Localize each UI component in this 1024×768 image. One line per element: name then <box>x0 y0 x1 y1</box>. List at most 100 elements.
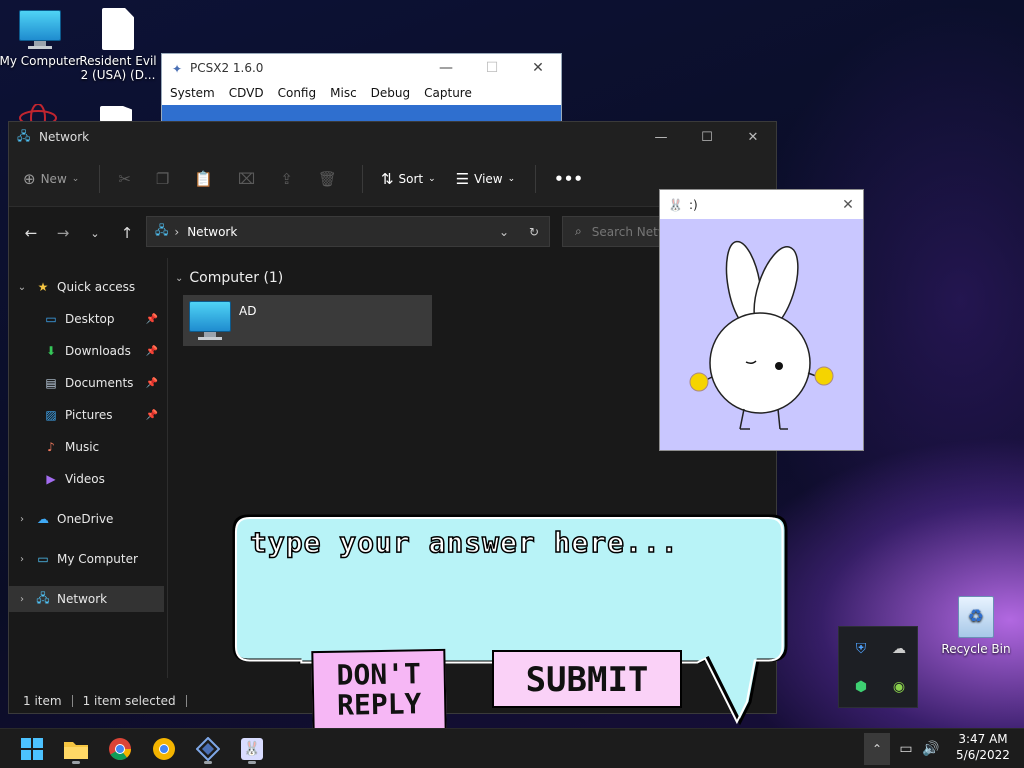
minimize-button[interactable]: — <box>423 60 469 76</box>
desktop-icon-label: Recycle Bin <box>941 642 1011 656</box>
tray-overflow-flyout: ⛨ ☁ ⬢ ◉ <box>838 626 918 708</box>
maximize-button[interactable]: ☐ <box>684 130 730 145</box>
menu-system[interactable]: System <box>170 86 215 100</box>
browser-icon <box>153 738 175 760</box>
nav-label: Desktop <box>65 312 115 326</box>
close-button[interactable]: ✕ <box>730 130 776 145</box>
show-hidden-icons-button[interactable]: ⌃ <box>864 733 890 765</box>
taskbar-chrome-canary[interactable] <box>148 733 180 765</box>
sort-label: Sort <box>398 172 424 186</box>
chevron-down-icon: ⌄ <box>507 174 516 184</box>
nav-network[interactable]: › 🖧 Network <box>9 586 164 612</box>
group-header[interactable]: ⌄ Computer (1) <box>175 270 283 286</box>
nvidia-icon[interactable]: ◉ <box>889 677 909 697</box>
menu-config[interactable]: Config <box>278 86 317 100</box>
divider <box>361 165 363 193</box>
chevron-down-icon: ⌄ <box>428 174 436 184</box>
monitor-icon <box>189 301 233 340</box>
nav-onedrive[interactable]: › ☁ OneDrive <box>9 506 164 532</box>
nav-item-documents[interactable]: ▤ Documents 📌 <box>9 370 164 396</box>
menu-debug[interactable]: Debug <box>371 86 410 100</box>
rename-button[interactable]: ⌧ <box>238 170 260 188</box>
nav-item-desktop[interactable]: ▭ Desktop 📌 <box>9 306 164 332</box>
taskbar-chrome[interactable] <box>104 733 136 765</box>
maximize-button[interactable]: ☐ <box>469 60 515 76</box>
recent-locations-button[interactable]: ⌄ <box>79 227 111 240</box>
address-path[interactable]: Network <box>187 225 237 239</box>
more-icon: ••• <box>554 170 583 188</box>
cut-button[interactable]: ✂ <box>118 170 136 188</box>
chevron-right-icon: › <box>174 224 180 239</box>
chevron-right-icon: › <box>20 553 24 565</box>
view-button[interactable]: ☰ View ⌄ <box>456 170 515 188</box>
nav-my-computer[interactable]: › ▭ My Computer <box>9 546 164 572</box>
group-label: Computer (1) <box>189 270 284 286</box>
bunny-popup-window[interactable]: 🐰 :) ✕ <box>659 189 864 451</box>
windows-logo-icon <box>21 738 43 760</box>
network-icon: 🖧 <box>36 590 50 605</box>
delete-button[interactable]: 🗑 <box>318 170 342 188</box>
menu-cdvd[interactable]: CDVD <box>229 86 264 100</box>
answer-input[interactable]: type your answer here... <box>249 525 679 560</box>
nav-item-downloads[interactable]: ⬇ Downloads 📌 <box>9 338 164 364</box>
minimize-button[interactable]: — <box>638 130 684 145</box>
chevron-right-icon: › <box>20 593 24 605</box>
back-button[interactable]: ← <box>15 224 47 242</box>
taskbar-file-explorer[interactable] <box>60 733 92 765</box>
security-warning-icon[interactable]: ⛨ <box>851 639 871 659</box>
desktop-icon-recycle-bin[interactable]: ♻ Recycle Bin <box>940 596 1012 656</box>
nav-quick-access[interactable]: ⌄ ★ Quick access <box>9 274 164 300</box>
pin-icon[interactable]: 📌 <box>146 410 158 421</box>
explorer-titlebar[interactable]: 🖧 Network — ☐ ✕ <box>9 122 776 152</box>
pin-icon[interactable]: 📌 <box>146 314 158 325</box>
submit-button[interactable]: SUBMIT <box>492 650 682 708</box>
pin-icon[interactable]: 📌 <box>146 378 158 389</box>
start-button[interactable] <box>16 733 48 765</box>
document-icon <box>102 8 134 50</box>
desktop: My Computer Resident Evil 2 (USA) (D... … <box>0 0 1024 728</box>
sort-button[interactable]: ⇅ Sort ⌄ <box>381 170 436 188</box>
pcsx2-window[interactable]: ✦ PCSX2 1.6.0 — ☐ ✕ System CDVD Config M… <box>161 53 562 123</box>
nav-item-videos[interactable]: ▶ Videos <box>9 466 164 492</box>
forward-button[interactable]: → <box>47 224 79 242</box>
network-status-button[interactable]: ▭ <box>894 733 918 765</box>
volume-button[interactable]: 🔊 <box>918 733 944 765</box>
pcsx2-title: PCSX2 1.6.0 <box>190 60 264 75</box>
network-computer-item[interactable]: AD <box>183 295 432 346</box>
cloud-offline-icon[interactable]: ☁ <box>889 639 909 659</box>
copy-button[interactable]: ❐ <box>156 170 174 188</box>
hexagon-app-icon[interactable]: ⬢ <box>851 677 871 697</box>
bunny-app-icon: 🐰 <box>241 738 263 760</box>
close-button[interactable]: ✕ <box>515 60 561 76</box>
menu-capture[interactable]: Capture <box>424 86 472 100</box>
item-name: AD <box>239 304 257 318</box>
up-button[interactable]: ↑ <box>111 224 143 242</box>
more-options-button[interactable]: ••• <box>554 170 588 188</box>
clock[interactable]: 3:47 AM 5/6/2022 <box>948 731 1018 763</box>
nav-item-music[interactable]: ♪ Music <box>9 434 164 460</box>
refresh-button[interactable]: ↻ <box>519 225 549 239</box>
desktop-icon-resident-evil[interactable]: Resident Evil 2 (USA) (D... <box>76 8 160 82</box>
address-bar[interactable]: 🖧 › Network ⌄ ↻ <box>146 216 550 247</box>
music-icon: ♪ <box>47 440 55 454</box>
paste-button[interactable]: 📋 <box>194 170 218 188</box>
dont-reply-button[interactable]: DON'T REPLY <box>311 648 447 728</box>
pin-icon[interactable]: 📌 <box>146 346 158 357</box>
taskbar-bunny-app[interactable]: 🐰 <box>236 733 268 765</box>
pcsx2-titlebar[interactable]: ✦ PCSX2 1.6.0 — ☐ ✕ <box>162 54 561 81</box>
share-button[interactable]: ⇪ <box>280 170 298 188</box>
desktop-icon-my-computer[interactable]: My Computer <box>0 10 82 68</box>
nav-label: Downloads <box>65 344 131 358</box>
new-button[interactable]: ⊕ New ⌄ <box>23 170 79 188</box>
network-icon: 🖧 <box>17 128 31 143</box>
sort-icon: ⇅ <box>380 170 394 188</box>
app-icon <box>18 103 58 133</box>
address-dropdown-button[interactable]: ⌄ <box>489 225 519 239</box>
popup-titlebar[interactable]: 🐰 :) ✕ <box>660 190 863 219</box>
menu-misc[interactable]: Misc <box>330 86 357 100</box>
close-button[interactable]: ✕ <box>833 197 863 213</box>
taskbar-pcsx2[interactable] <box>192 733 224 765</box>
copy-icon: ❐ <box>155 170 170 188</box>
cloud-icon: ☁ <box>37 512 49 526</box>
nav-item-pictures[interactable]: ▨ Pictures 📌 <box>9 402 164 428</box>
